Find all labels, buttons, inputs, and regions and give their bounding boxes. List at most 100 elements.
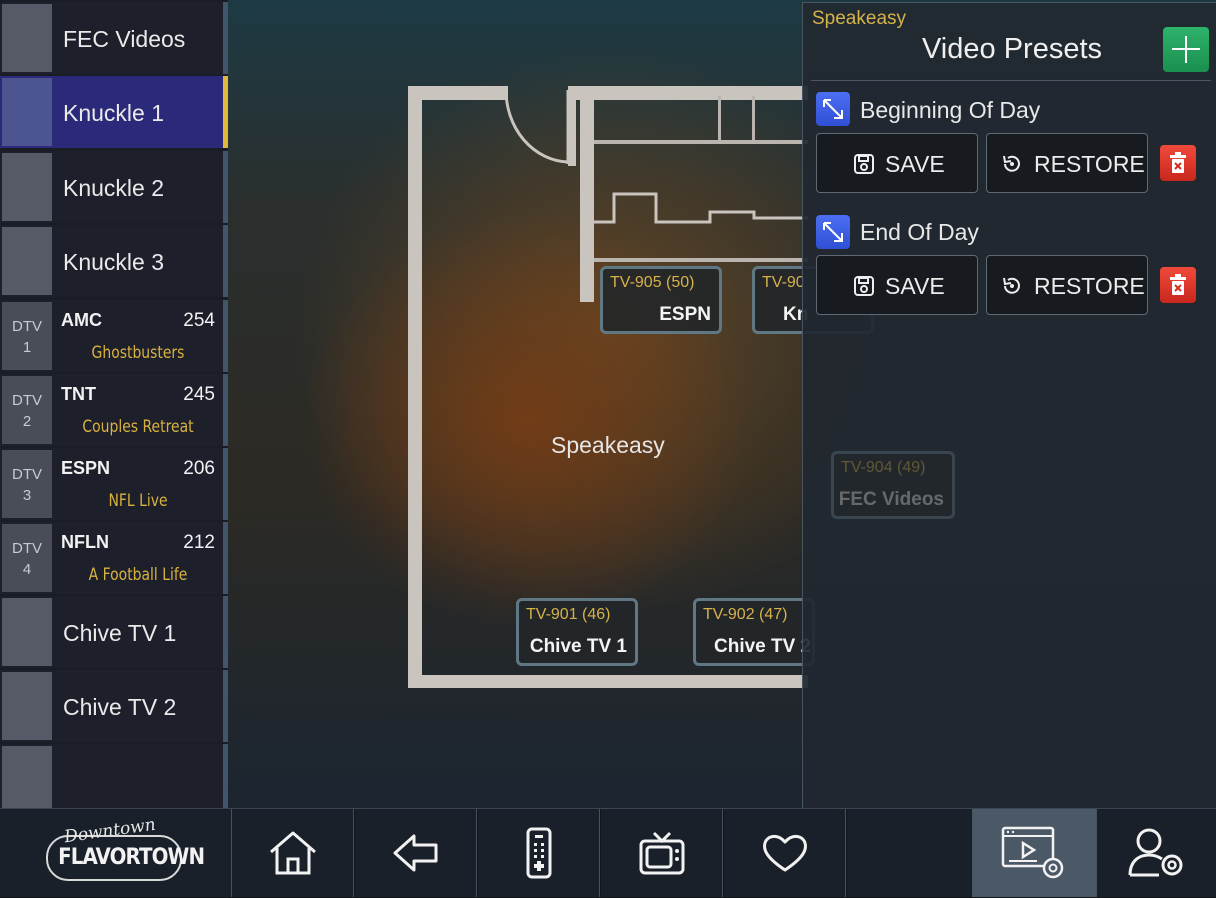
tv-icon xyxy=(639,831,684,875)
source-item-dtv-1[interactable]: DTV 1 AMC 254 Ghostbusters xyxy=(0,300,228,372)
home-icon xyxy=(269,831,316,875)
channel-name: AMC xyxy=(61,310,102,330)
dtv-tag: DTV 1 xyxy=(12,318,42,356)
preset-edit-icon[interactable] xyxy=(816,215,850,249)
save-preset-button[interactable]: SAVE xyxy=(816,133,978,193)
source-item-dtv-4[interactable]: DTV 4 NFLN 212 A Football Life xyxy=(0,522,228,594)
panel-title: Video Presets xyxy=(921,33,1103,65)
preset-edit-icon[interactable] xyxy=(816,92,850,126)
dtv-tag: DTV 4 xyxy=(12,540,42,578)
save-label: SAVE xyxy=(885,151,945,177)
floorplan-wall xyxy=(752,96,755,142)
video-presets-panel: Speakeasy Video Presets TV-904 (49) FEC … xyxy=(802,2,1216,808)
restore-icon xyxy=(1003,155,1020,172)
source-thumbnail xyxy=(2,746,52,808)
floorplan-wall xyxy=(408,675,808,688)
source-item-knuckle-3[interactable]: Knuckle 3 xyxy=(0,225,228,297)
blank-button[interactable] xyxy=(847,809,973,897)
save-icon xyxy=(854,154,874,174)
restore-label: RESTORE xyxy=(1034,273,1145,299)
source-item-dtv-2[interactable]: DTV 2 TNT 245 Couples Retreat xyxy=(0,374,228,446)
source-item-chive-tv-2[interactable]: Chive TV 2 xyxy=(0,670,228,742)
source-label: Chive TV 1 xyxy=(63,620,177,646)
channel-name: ESPN xyxy=(61,458,111,478)
source-item-empty[interactable] xyxy=(0,744,228,808)
source-item-dtv-3[interactable]: DTV 3 ESPN 206 NFL Live xyxy=(0,448,228,520)
tv-id: TV-902 (47) xyxy=(703,606,788,623)
source-thumbnail xyxy=(2,153,52,221)
tv-card-902[interactable]: TV-902 (47) Chive TV 2 xyxy=(693,598,815,666)
tv-source: Chive TV 2 xyxy=(714,636,812,657)
channel-name: NFLN xyxy=(61,532,109,552)
trash-icon xyxy=(1170,152,1186,173)
back-button[interactable] xyxy=(355,809,477,897)
back-arrow-icon xyxy=(393,834,437,872)
source-item-knuckle-1[interactable]: Knuckle 1 xyxy=(0,76,228,148)
source-label: FEC Videos xyxy=(63,26,186,52)
source-label: Chive TV 2 xyxy=(63,694,177,720)
floorplan-wall xyxy=(580,96,594,302)
dtv-tag: DTV 2 xyxy=(12,392,42,430)
source-thumbnail xyxy=(2,672,52,740)
tv-card-905[interactable]: TV-905 (50) ESPN xyxy=(600,266,722,334)
source-label: Knuckle 1 xyxy=(63,100,165,126)
source-label: Knuckle 2 xyxy=(63,175,165,201)
source-item-fec-videos[interactable]: FEC Videos xyxy=(0,2,228,74)
save-label: SAVE xyxy=(885,273,945,299)
source-item-chive-tv-1[interactable]: Chive TV 1 xyxy=(0,596,228,668)
floorplan-wall xyxy=(408,86,422,688)
home-button[interactable] xyxy=(232,809,354,897)
floorplan-wall xyxy=(408,86,508,100)
user-settings-icon xyxy=(1128,828,1182,877)
source-thumbnail xyxy=(2,4,52,72)
restore-preset-button[interactable]: RESTORE xyxy=(986,255,1148,315)
user-settings-button[interactable] xyxy=(1097,809,1216,897)
delete-preset-button[interactable] xyxy=(1160,145,1196,181)
source-thumbnail xyxy=(2,227,52,295)
tv-source: ESPN xyxy=(659,304,711,325)
flavortown-logo: Downtown FLAVORTOWN xyxy=(0,809,232,897)
restore-preset-button[interactable]: RESTORE xyxy=(986,133,1148,193)
favorites-button[interactable] xyxy=(724,809,846,897)
floorplan-wall xyxy=(594,140,808,144)
tv-id: TV-904 (49) xyxy=(841,459,926,476)
floorplan-wall xyxy=(568,86,808,100)
channel-number: 206 xyxy=(183,458,215,479)
show-title: Couples Retreat xyxy=(82,417,194,437)
save-preset-button[interactable]: SAVE xyxy=(816,255,978,315)
delete-preset-button[interactable] xyxy=(1160,267,1196,303)
add-preset-button[interactable] xyxy=(1163,27,1209,72)
preset-name: Beginning Of Day xyxy=(860,97,1041,123)
save-icon xyxy=(854,276,874,296)
channel-number: 245 xyxy=(183,384,215,405)
source-thumbnail xyxy=(2,78,52,146)
trash-icon xyxy=(1170,274,1186,295)
dtv-tag: DTV 3 xyxy=(12,466,42,504)
preset-name: End Of Day xyxy=(860,219,979,245)
source-item-knuckle-2[interactable]: Knuckle 2 xyxy=(0,151,228,223)
tv-source: FEC Videos xyxy=(838,489,944,510)
tv-button[interactable] xyxy=(601,809,723,897)
remote-icon xyxy=(526,827,551,879)
floorplan-wall xyxy=(594,258,808,262)
heart-icon xyxy=(762,835,807,872)
remote-button[interactable] xyxy=(478,809,600,897)
floorplan-counter-outline xyxy=(594,192,808,224)
tv-id: TV-90 xyxy=(762,274,805,291)
bottom-nav-bar: Downtown FLAVORTOWN xyxy=(0,808,1216,898)
floorplan-wall xyxy=(718,96,721,142)
tv-source: Chive TV 1 xyxy=(529,636,627,657)
room-label: Speakeasy xyxy=(551,432,665,458)
restore-icon xyxy=(1003,277,1020,294)
video-settings-button[interactable] xyxy=(973,809,1097,897)
show-title: Ghostbusters xyxy=(91,343,185,363)
panel-divider xyxy=(811,80,1211,81)
door-swing xyxy=(504,89,570,164)
channel-number: 254 xyxy=(183,310,215,331)
show-title: A Football Life xyxy=(88,565,188,585)
tv-id: TV-901 (46) xyxy=(526,606,611,623)
restore-label: RESTORE xyxy=(1034,151,1145,177)
panel-room-name: Speakeasy xyxy=(812,8,907,29)
source-thumbnail xyxy=(2,598,52,666)
tv-card-901[interactable]: TV-901 (46) Chive TV 1 xyxy=(516,598,638,666)
